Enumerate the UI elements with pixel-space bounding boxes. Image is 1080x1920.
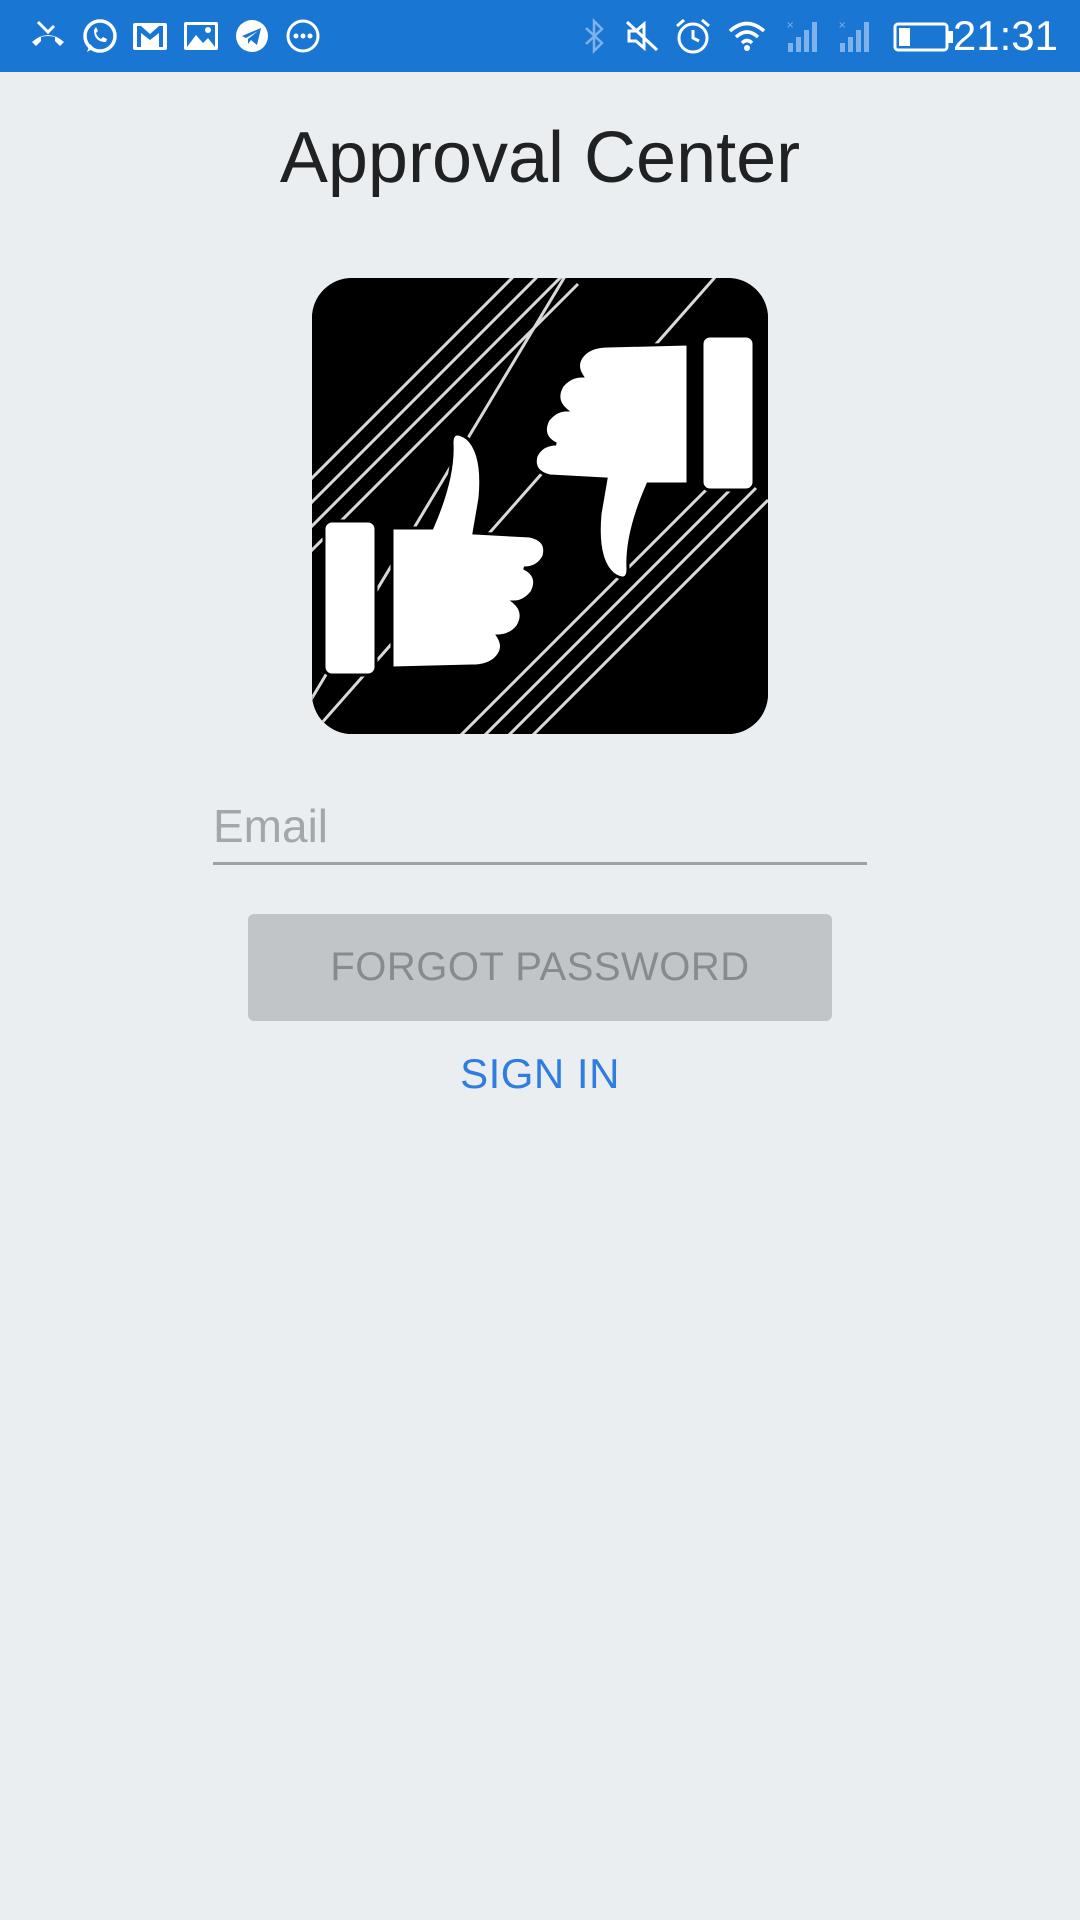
- status-bar: × × 21:31: [0, 0, 1080, 72]
- sign-in-link[interactable]: SIGN IN: [0, 1046, 1080, 1102]
- signal-2-icon: ×: [836, 16, 876, 56]
- email-input[interactable]: [213, 790, 867, 862]
- thumbs-up-down-icon: [312, 278, 768, 734]
- gmail-icon: [130, 16, 170, 56]
- battery-icon: [893, 16, 955, 56]
- bluetooth-icon: [574, 16, 614, 56]
- whatsapp-icon: [80, 16, 120, 56]
- email-field[interactable]: [213, 790, 867, 865]
- mute-icon: [622, 16, 662, 56]
- status-time: 21:31: [952, 12, 1058, 59]
- svg-text:×: ×: [786, 20, 794, 31]
- wifi-icon: [727, 16, 767, 56]
- svg-text:×: ×: [838, 20, 846, 31]
- more-notifications-icon: [283, 16, 323, 56]
- gallery-icon: [181, 16, 221, 56]
- telegram-icon: [232, 16, 272, 56]
- page-title: Approval Center: [279, 118, 801, 198]
- alarm-icon: [673, 16, 713, 56]
- forgot-password-button[interactable]: FORGOT PASSWORD: [248, 914, 832, 1021]
- missed-call-icon: [28, 16, 68, 56]
- signal-1-icon: ×: [784, 16, 824, 56]
